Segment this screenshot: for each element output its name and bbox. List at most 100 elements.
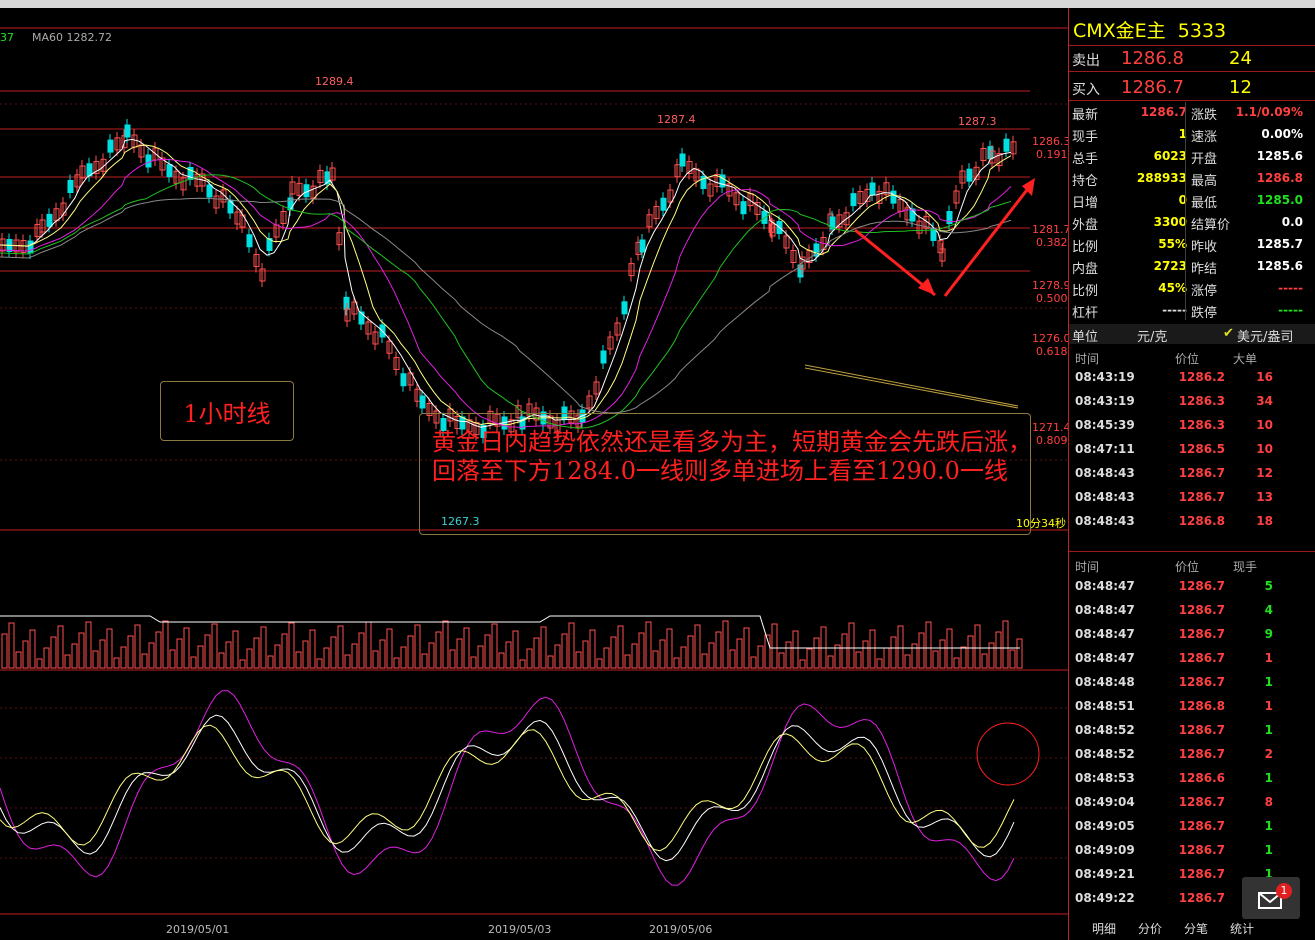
- volume-bar: [484, 634, 491, 669]
- tab-price-dist[interactable]: 分价: [1138, 920, 1162, 937]
- tick-volume: 1: [1264, 699, 1273, 713]
- tab-detail[interactable]: 明细: [1092, 920, 1116, 937]
- leader-line: [804, 367, 1019, 409]
- leader-line: [804, 364, 1019, 407]
- volume-bar: [659, 639, 666, 669]
- volume-bar: [666, 628, 673, 669]
- candle-body: [145, 154, 152, 168]
- candle-body: [600, 350, 607, 364]
- candle-body: [124, 124, 131, 138]
- fib-price-label: 1271.4: [1032, 421, 1071, 434]
- tick-volume: 1: [1264, 675, 1273, 689]
- quote-label: 开盘: [1191, 152, 1218, 167]
- volume-bar: [85, 621, 92, 669]
- volume-bar: [624, 654, 631, 669]
- volume-bar: [372, 650, 379, 669]
- fib-price-label: 1276.0: [1032, 332, 1071, 345]
- quote-label: 最新: [1072, 108, 1099, 123]
- fib-price-label: 1278.9: [1032, 279, 1071, 292]
- candle-body: [166, 164, 173, 178]
- volume-bar: [1016, 638, 1023, 669]
- volume-bar: [92, 650, 99, 669]
- volume-bar: [218, 652, 225, 669]
- volume-bar: [890, 636, 897, 669]
- volume-bar: [162, 620, 169, 669]
- volume-bar: [736, 638, 743, 669]
- column-header: 大单: [1233, 352, 1258, 366]
- volume-bar: [232, 630, 239, 669]
- volume-bar: [1, 633, 8, 669]
- volume-bar: [743, 627, 750, 669]
- volume-bar: [995, 631, 1002, 669]
- tick-price: 1286.7: [1178, 795, 1225, 809]
- tick-time: 08:48:52: [1075, 747, 1135, 761]
- order-price: 1286.5: [1178, 442, 1225, 456]
- divider: [1069, 45, 1315, 46]
- volume-bar: [778, 652, 785, 669]
- tick-row: 08:48:47 1286.7 9: [1069, 627, 1315, 651]
- tick-row: 08:48:51 1286.8 1: [1069, 699, 1315, 723]
- tick-time: 08:48:51: [1075, 699, 1135, 713]
- volume-bar: [477, 645, 484, 669]
- contract-name: CMX金E主: [1073, 20, 1166, 42]
- candle-body: [639, 239, 646, 253]
- volume-bar: [71, 643, 78, 669]
- candlestick-chart-area[interactable]: 37 MA60 1282.72 1289.4 1287.4 1287.3 126…: [0, 8, 1071, 940]
- candle-body: [419, 395, 426, 409]
- volume-bar: [750, 656, 757, 669]
- volume-bar: [330, 636, 337, 669]
- order-time: 08:48:43: [1075, 514, 1135, 528]
- volume-bar: [603, 647, 610, 669]
- check-icon: ✔: [1223, 326, 1234, 341]
- candle-body: [400, 373, 407, 387]
- volume-bar: [491, 623, 498, 669]
- window-top-bar: [0, 0, 1315, 8]
- kdj-d-line: [0, 724, 1015, 852]
- buy-label: 买入: [1072, 82, 1100, 98]
- volume-bar: [393, 657, 400, 669]
- volume-bar: [589, 629, 596, 669]
- tick-volume: 1: [1264, 819, 1273, 833]
- volume-bar: [120, 646, 127, 669]
- volume-bar: [533, 637, 540, 669]
- ma-line: [0, 197, 1012, 414]
- buy-qty: 12: [1229, 77, 1252, 98]
- quote-label: 日增: [1072, 196, 1099, 211]
- ma60-label: MA60 1282.72: [32, 31, 112, 44]
- volume-bar: [456, 638, 463, 669]
- tab-trades[interactable]: 分笔: [1184, 920, 1208, 937]
- volume-bar: [848, 622, 855, 669]
- quote-panel: CMX金E主 5333 卖出 1286.8 24 买入 1286.7 12 最新…: [1068, 8, 1315, 940]
- volume-bar: [687, 635, 694, 669]
- volume-bar: [29, 629, 36, 669]
- quote-value: 3300: [1153, 215, 1187, 229]
- tick-time: 08:49:05: [1075, 819, 1135, 833]
- volume-bar: [841, 633, 848, 669]
- tick-row: 08:49:05 1286.7 1: [1069, 819, 1315, 843]
- volume-bar: [141, 653, 148, 669]
- volume-bar: [869, 629, 876, 669]
- volume-bar: [904, 654, 911, 669]
- volume-bar: [50, 636, 57, 669]
- volume-bar: [428, 642, 435, 669]
- volume-bar: [806, 648, 813, 669]
- tab-stats[interactable]: 统计: [1230, 920, 1254, 937]
- tick-price: 1286.7: [1178, 891, 1225, 905]
- quote-value: 1285.7: [1256, 237, 1303, 251]
- high-price-label: 1287.4: [657, 113, 696, 126]
- volume-bar: [204, 634, 211, 669]
- volume-bar: [323, 647, 330, 669]
- unit-rmb-option[interactable]: 元/克: [1137, 326, 1167, 345]
- volume-bar: [337, 625, 344, 669]
- quote-label: 涨停: [1191, 284, 1218, 299]
- volume-bar: [526, 648, 533, 669]
- tick-price: 1286.7: [1178, 627, 1225, 641]
- volume-bar: [638, 632, 645, 669]
- volume-bar: [561, 633, 568, 669]
- order-volume: 10: [1256, 442, 1273, 456]
- message-button[interactable]: 1: [1242, 877, 1300, 919]
- volume-bar: [316, 658, 323, 669]
- candle-body: [679, 153, 686, 167]
- tick-price: 1286.7: [1178, 867, 1225, 881]
- unit-usd-option[interactable]: 美元/盎司: [1237, 326, 1293, 345]
